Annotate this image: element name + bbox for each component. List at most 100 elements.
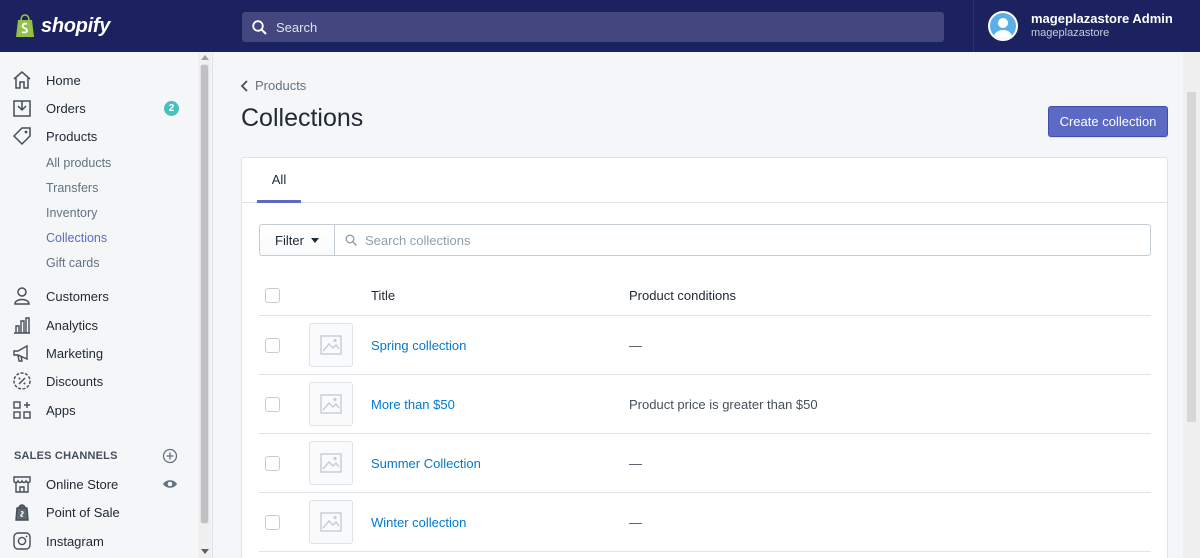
collection-thumbnail [309, 441, 353, 485]
caret-down-icon [310, 237, 319, 243]
image-placeholder-icon [320, 453, 342, 473]
account-store: mageplazastore [1031, 27, 1110, 40]
table-row[interactable]: Spring collection — [259, 316, 1151, 375]
chevron-left-icon [240, 79, 248, 92]
sidebar-subitem-gift-cards[interactable]: Gift cards [46, 256, 100, 270]
bar-chart-icon [12, 315, 32, 335]
sidebar-item-point-of-sale[interactable]: Point of Sale [12, 500, 120, 524]
sales-channels-heading: SALES CHANNELS [14, 450, 118, 462]
sidebar-item-label: Orders [46, 100, 86, 116]
user-silhouette-icon [994, 18, 1012, 39]
create-collection-button[interactable]: Create collection [1048, 106, 1168, 137]
sidebar-item-analytics[interactable]: Analytics [12, 313, 98, 337]
collections-card: All Filter Search collections Title Prod… [241, 157, 1168, 558]
top-bar: shopify Search mageplazastore Admin mage… [0, 0, 1200, 52]
product-conditions: — [629, 456, 642, 471]
sidebar-item-apps[interactable]: Apps [12, 398, 76, 422]
megaphone-icon [12, 343, 32, 363]
brand-name: shopify [41, 14, 111, 37]
tag-icon [12, 126, 32, 146]
sidebar-item-label: Analytics [46, 317, 99, 333]
collection-thumbnail [309, 382, 353, 426]
shopify-logo[interactable]: shopify [0, 0, 213, 52]
sidebar-scrollbar[interactable] [198, 52, 211, 558]
sidebar-item-online-store[interactable]: Online Store [12, 472, 118, 496]
sidebar-subitem-transfers[interactable]: Transfers [46, 181, 98, 195]
product-conditions: Product price is greater than $50 [629, 397, 818, 412]
table-row[interactable]: Summer Collection — [259, 434, 1151, 493]
collection-thumbnail [309, 500, 353, 544]
table-row[interactable]: Winter collection — [259, 493, 1151, 552]
account-menu[interactable]: mageplazastore Admin mageplazastore [973, 0, 1200, 52]
image-placeholder-icon [320, 335, 342, 355]
orders-icon [12, 98, 32, 118]
table-header: Title Product conditions [259, 276, 1151, 316]
sidebar-item-discounts[interactable]: Discounts [12, 369, 103, 393]
orders-count-badge: 2 [164, 101, 179, 116]
collection-title-link[interactable]: Spring collection [371, 338, 466, 353]
sidebar-subitem-collections[interactable]: Collections [46, 231, 107, 245]
search-placeholder: Search [276, 19, 318, 35]
avatar [988, 11, 1018, 41]
sidebar-subitem-all-products[interactable]: All products [46, 156, 111, 170]
apps-icon [12, 400, 32, 420]
home-icon [12, 70, 32, 90]
account-name: mageplazastore Admin [1031, 11, 1173, 27]
discount-icon [12, 371, 32, 391]
sidebar-subitem-inventory[interactable]: Inventory [46, 206, 97, 220]
row-checkbox[interactable] [265, 515, 280, 530]
sidebar-item-orders[interactable]: Orders [12, 96, 86, 120]
image-placeholder-icon [320, 512, 342, 532]
page-scroll-thumb[interactable] [1187, 92, 1196, 422]
breadcrumb-label: Products [255, 78, 307, 93]
filter-label: Filter [275, 232, 304, 248]
select-all-checkbox[interactable] [265, 288, 280, 303]
global-search-input[interactable]: Search [242, 12, 944, 42]
scroll-down-arrow[interactable] [201, 549, 209, 554]
sidebar-item-label: Customers [46, 288, 109, 304]
collection-title-link[interactable]: Summer Collection [371, 456, 481, 471]
search-collections-input[interactable]: Search collections [335, 224, 1151, 256]
store-icon [12, 474, 32, 494]
sidebar-item-label: Point of Sale [46, 504, 120, 520]
search-icon [252, 19, 267, 35]
tab-bar: All [242, 158, 1167, 203]
sidebar-item-label: Products [46, 128, 98, 144]
page-scrollbar[interactable] [1183, 52, 1200, 558]
scroll-up-arrow[interactable] [201, 55, 209, 60]
sidebar-item-label: Online Store [46, 476, 119, 492]
sidebar-item-label: Apps [46, 402, 76, 418]
sidebar-item-label: Discounts [46, 373, 104, 389]
tab-all[interactable]: All [257, 158, 301, 203]
person-icon [12, 286, 32, 306]
collection-thumbnail [309, 323, 353, 367]
sidebar-item-marketing[interactable]: Marketing [12, 341, 103, 365]
sidebar-item-label: Instagram [46, 533, 104, 549]
table-row[interactable]: More than $50 Product price is greater t… [259, 375, 1151, 434]
sidebar-item-home[interactable]: Home [12, 68, 81, 92]
image-placeholder-icon [320, 394, 342, 414]
column-header-title[interactable]: Title [371, 288, 395, 303]
column-header-product-conditions: Product conditions [629, 288, 736, 303]
row-checkbox[interactable] [265, 397, 280, 412]
filter-button[interactable]: Filter [259, 224, 335, 256]
sidebar-item-products[interactable]: Products [12, 124, 97, 148]
page-title: Collections [241, 104, 364, 132]
shopify-bag-icon [16, 14, 34, 37]
collection-title-link[interactable]: Winter collection [371, 515, 466, 530]
product-conditions: — [629, 338, 642, 353]
collection-title-link[interactable]: More than $50 [371, 397, 455, 412]
sidebar-item-instagram[interactable]: Instagram [12, 529, 104, 553]
sidebar-item-customers[interactable]: Customers [12, 284, 109, 308]
add-channel-icon[interactable] [162, 448, 178, 464]
row-checkbox[interactable] [265, 456, 280, 471]
eye-icon[interactable] [162, 478, 178, 490]
sidebar-scroll-thumb[interactable] [200, 64, 209, 524]
search-icon [345, 234, 357, 246]
sidebar: Home Orders 2 Products All products Tran… [0, 52, 213, 558]
row-checkbox[interactable] [265, 338, 280, 353]
search-collections-placeholder: Search collections [365, 232, 471, 248]
instagram-icon [12, 531, 32, 551]
sidebar-item-label: Marketing [46, 345, 104, 361]
breadcrumb[interactable]: Products [240, 78, 306, 93]
